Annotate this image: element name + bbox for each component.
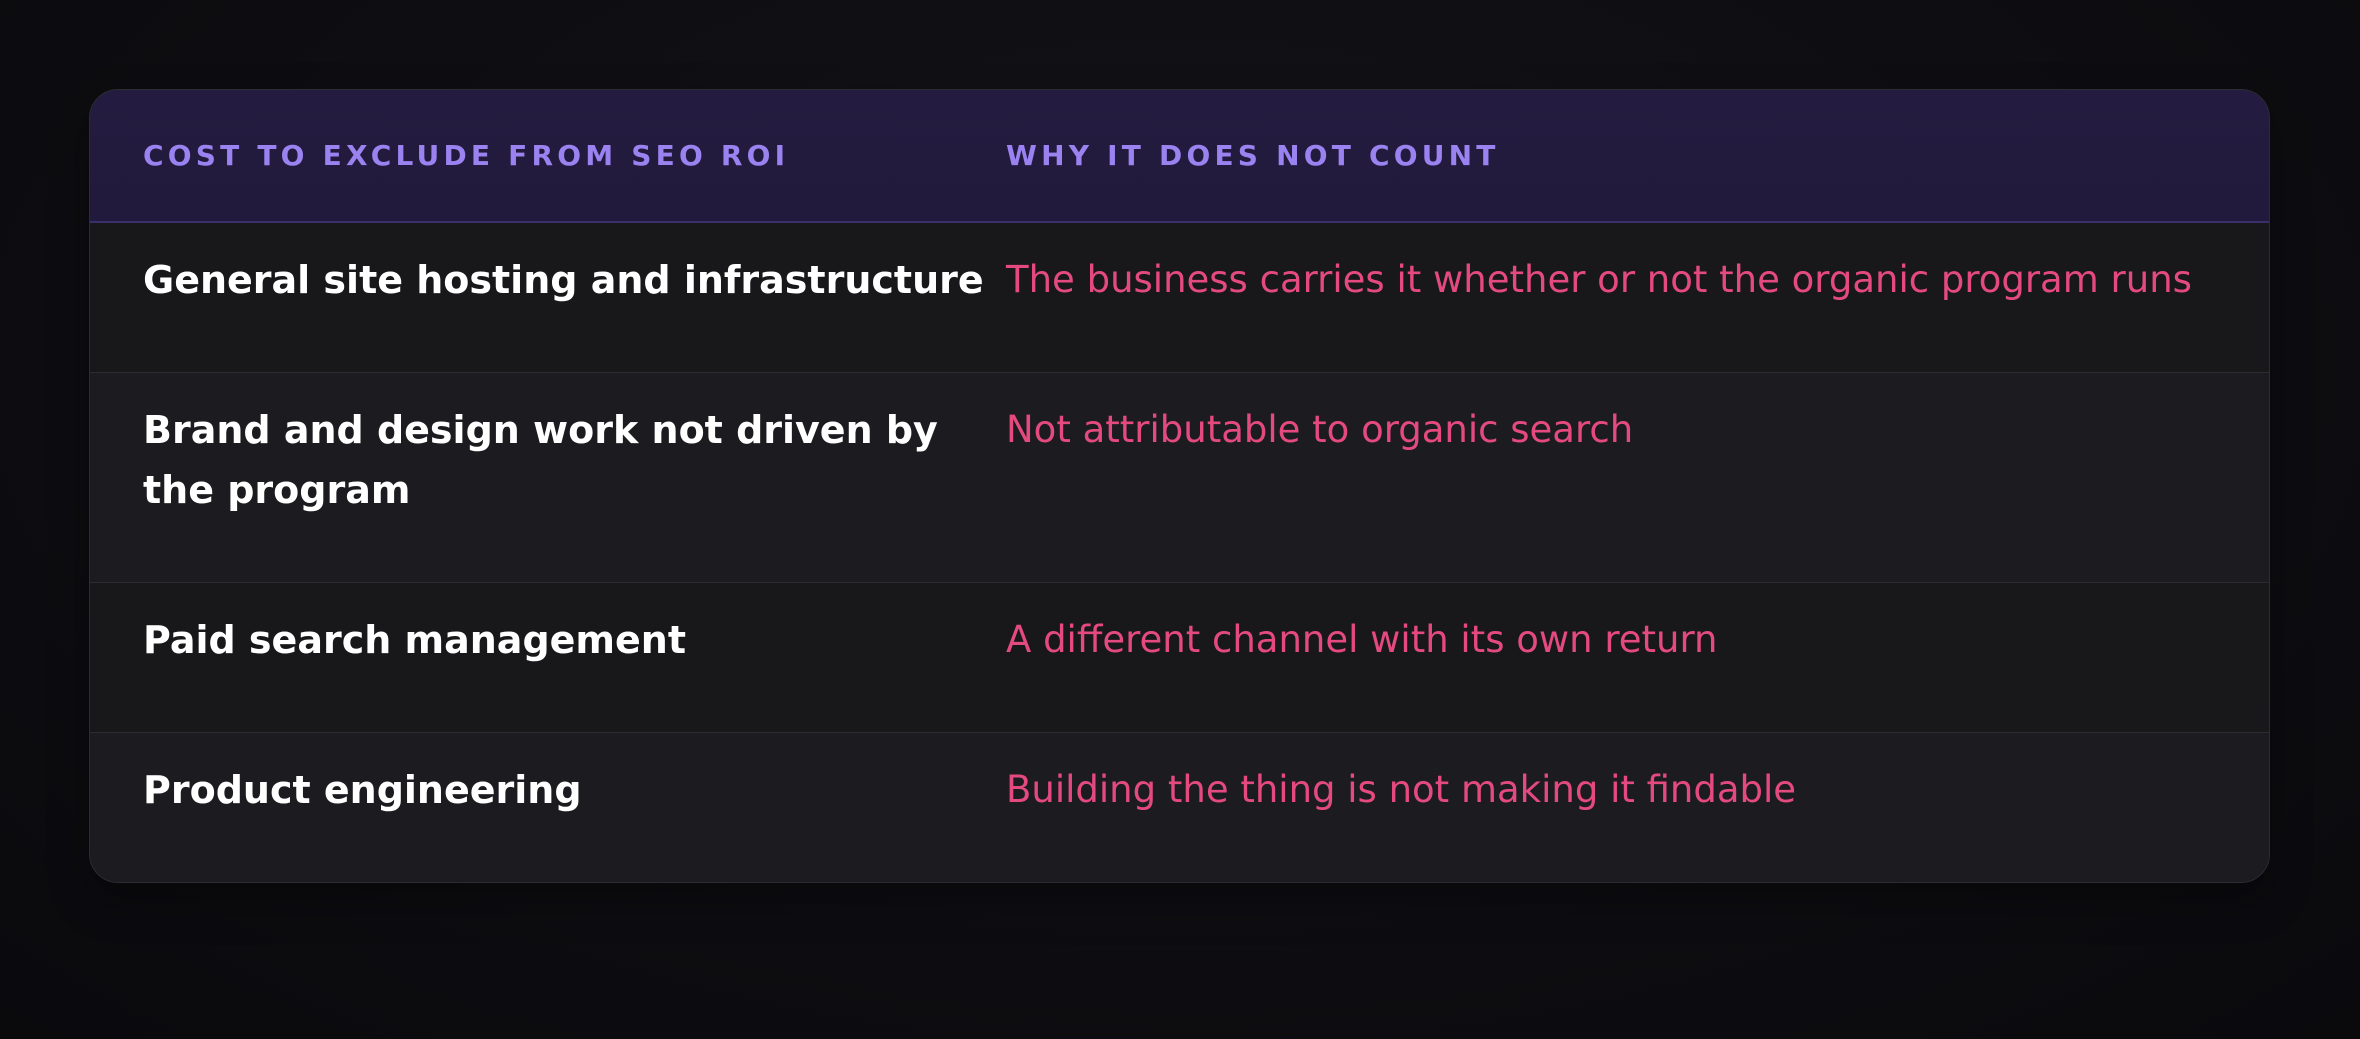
- reason-cell: Building the thing is not making it find…: [1006, 768, 1797, 811]
- cost-cell: Brand and design work not driven by the …: [143, 408, 938, 512]
- exclusion-table: COST TO EXCLUDE FROM SEO ROI WHY IT DOES…: [89, 89, 2270, 883]
- reason-cell: A different channel with its own return: [1006, 618, 1718, 661]
- cost-cell: General site hosting and infrastructure: [143, 258, 984, 302]
- table-row: Product engineering Building the thing i…: [90, 733, 2269, 882]
- header-cost-column: COST TO EXCLUDE FROM SEO ROI: [143, 139, 790, 172]
- table-row: Paid search management A different chann…: [90, 583, 2269, 733]
- reason-cell: Not attributable to organic search: [1006, 408, 1634, 451]
- cost-cell: Paid search management: [143, 618, 687, 662]
- reason-cell: The business carries it whether or not t…: [1006, 258, 2192, 301]
- header-reason-column: WHY IT DOES NOT COUNT: [1006, 139, 1500, 172]
- table-row: Brand and design work not driven by the …: [90, 373, 2269, 583]
- table-row: General site hosting and infrastructure …: [90, 223, 2269, 373]
- table-header-row: COST TO EXCLUDE FROM SEO ROI WHY IT DOES…: [90, 90, 2269, 223]
- cost-cell: Product engineering: [143, 768, 582, 812]
